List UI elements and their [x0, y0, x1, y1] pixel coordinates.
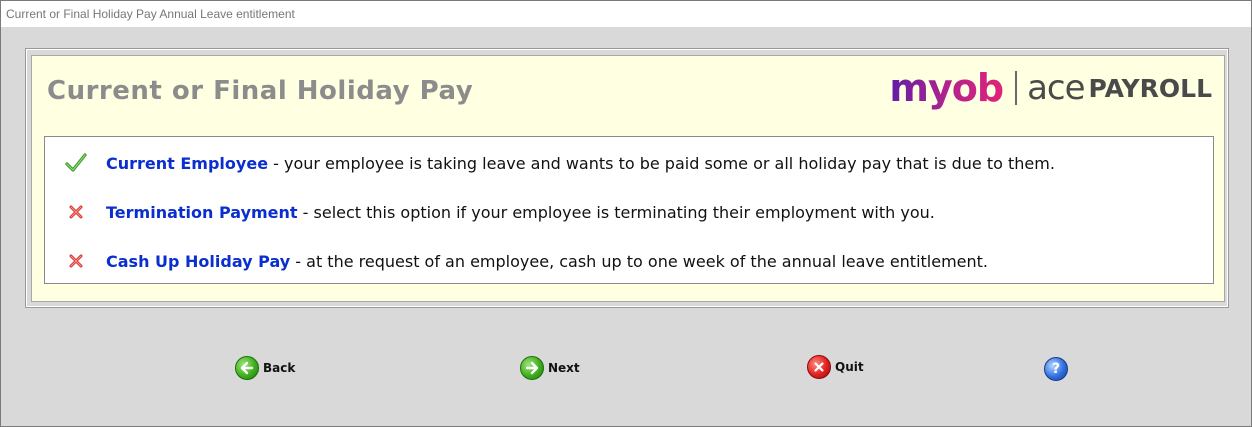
logo-product-prefix: ace — [1027, 68, 1085, 108]
holiday-pay-panel: Current or Final Holiday Pay myob ace PA… — [31, 55, 1225, 302]
back-arrow-icon — [235, 356, 259, 380]
option-title-link[interactable]: Current Employee — [106, 154, 268, 173]
option-cash-up-holiday-pay[interactable]: Cash Up Holiday Pay - at the request of … — [45, 248, 1213, 274]
quit-label: Quit — [835, 360, 864, 374]
option-text: Cash Up Holiday Pay - at the request of … — [106, 252, 988, 271]
option-title-link[interactable]: Cash Up Holiday Pay — [106, 252, 290, 271]
myob-ace-payroll-logo: myob ace PAYROLL — [889, 66, 1212, 110]
app-window: Current or Final Holiday Pay Annual Leav… — [0, 0, 1252, 427]
option-termination-payment[interactable]: Termination Payment - select this option… — [45, 199, 1213, 225]
option-description: - your employee is taking leave and want… — [268, 154, 1055, 173]
help-button[interactable]: ? — [1044, 357, 1072, 381]
back-label: Back — [263, 361, 296, 375]
close-icon — [807, 355, 831, 379]
window-title: Current or Final Holiday Pay Annual Leav… — [6, 7, 295, 21]
forward-arrow-icon — [520, 356, 544, 380]
back-button[interactable]: Back — [235, 356, 295, 380]
option-current-employee[interactable]: Current Employee - your employee is taki… — [45, 150, 1213, 176]
next-label: Next — [548, 361, 580, 375]
quit-button[interactable]: Quit — [807, 355, 864, 379]
logo-product-name: PAYROLL — [1088, 73, 1212, 103]
option-title-link[interactable]: Termination Payment — [106, 203, 298, 222]
title-bar: Current or Final Holiday Pay Annual Leav… — [1, 1, 1251, 27]
logo-divider — [1015, 71, 1018, 105]
next-button[interactable]: Next — [520, 356, 580, 380]
option-text: Current Employee - your employee is taki… — [106, 154, 1055, 173]
help-icon: ? — [1044, 357, 1068, 381]
option-description: - at the request of an employee, cash up… — [290, 252, 989, 271]
x-mark-icon — [65, 250, 87, 272]
logo-brand: myob — [889, 66, 1004, 110]
option-text: Termination Payment - select this option… — [106, 203, 935, 222]
options-list: Current Employee - your employee is taki… — [44, 136, 1214, 284]
page-title: Current or Final Holiday Pay — [47, 76, 474, 106]
checkmark-icon — [65, 152, 87, 174]
x-mark-icon — [65, 201, 87, 223]
option-description: - select this option if your employee is… — [297, 203, 935, 222]
